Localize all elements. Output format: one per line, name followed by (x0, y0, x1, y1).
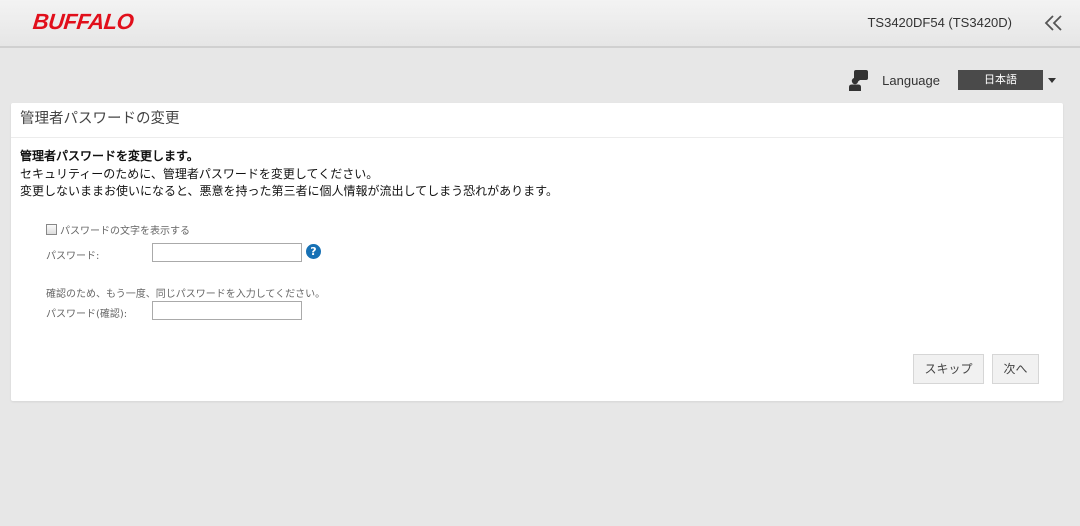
brand-logo: BUFFALO (31, 9, 135, 34)
intro-line-2: 変更しないままお使いになると、悪意を持った第三者に個人情報が流出してしまう恐れが… (20, 184, 558, 198)
language-label: Language (882, 72, 940, 88)
language-selected-value[interactable]: 日本語 (958, 70, 1043, 90)
intro-text: 管理者パスワードを変更します。 セキュリティーのために、管理者パスワードを変更し… (20, 148, 558, 201)
panel-title: 管理者パスワードの変更 (11, 103, 1063, 138)
skip-button[interactable]: スキップ (913, 354, 984, 384)
top-header: BUFFALO TS3420DF54 (TS3420D) (0, 0, 1080, 48)
double-chevron-left-icon[interactable] (1042, 10, 1066, 36)
language-select[interactable]: 日本語 (958, 70, 1056, 90)
speech-person-icon (849, 70, 869, 91)
confirm-hint: 確認のため、もう一度、同じパスワードを入力してください。 (46, 289, 326, 300)
device-model-label: TS3420DF54 (TS3420D) (867, 15, 1012, 30)
password-change-panel: 管理者パスワードの変更 管理者パスワードを変更します。 セキュリティーのために、… (11, 103, 1063, 401)
question-circle-icon[interactable]: ? (306, 244, 321, 259)
intro-heading: 管理者パスワードを変更します。 (20, 149, 199, 163)
show-password-label[interactable]: パスワードの文字を表示する (60, 222, 190, 237)
intro-line-1: セキュリティーのために、管理者パスワードを変更してください。 (20, 166, 379, 181)
confirm-password-label: パスワード(確認): (46, 309, 128, 320)
password-label: パスワード: (46, 251, 100, 262)
confirm-password-input[interactable] (152, 301, 302, 320)
next-button[interactable]: 次へ (992, 354, 1039, 384)
show-password-checkbox[interactable] (46, 224, 57, 235)
caret-down-icon[interactable] (1048, 77, 1056, 83)
password-input[interactable] (152, 243, 302, 262)
language-row: Language 日本語 (848, 68, 1056, 92)
